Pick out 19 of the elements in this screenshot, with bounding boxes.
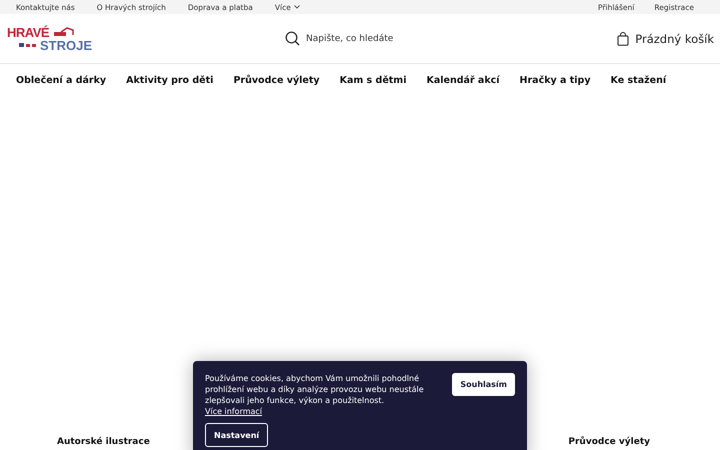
shopping-bag-icon [617, 32, 630, 46]
settings-button[interactable]: Nastavení [205, 423, 268, 447]
cookie-text: Používáme cookies, abychom Vám umožnili pohodlné prohlížení webu a díky analýze provozu webu neustále zlepšovali jeho funkce, výkon a použitelnost. Více informací [205, 373, 425, 417]
footer-heading: Průvodce výlety [568, 437, 650, 449]
logo[interactable]: HRAVÉ STROJE [7, 26, 92, 52]
accept-button[interactable]: Souhlasím [452, 373, 515, 396]
nav-item[interactable]: Aktivity pro děti [126, 75, 214, 86]
nav-item[interactable]: Kalendář akcí [426, 75, 500, 86]
more-info-link[interactable]: Více informací [205, 407, 262, 416]
search-field[interactable]: Napište, co hledáte [285, 31, 394, 46]
nav-item[interactable]: Ke stažení [610, 75, 666, 86]
nav-item[interactable]: Kam s dětmi [340, 75, 406, 86]
nav-item[interactable]: Hračky a tipy [520, 75, 591, 86]
search-icon [285, 31, 300, 46]
cart-link[interactable]: Prázdný košík [617, 32, 714, 46]
footer-heading: Autorské ilustrace [57, 437, 150, 449]
chevron-down-icon [294, 5, 300, 9]
nav-item[interactable]: Průvodce výlety [233, 75, 320, 86]
nav-item[interactable]: Oblečení a dárky [16, 75, 106, 86]
